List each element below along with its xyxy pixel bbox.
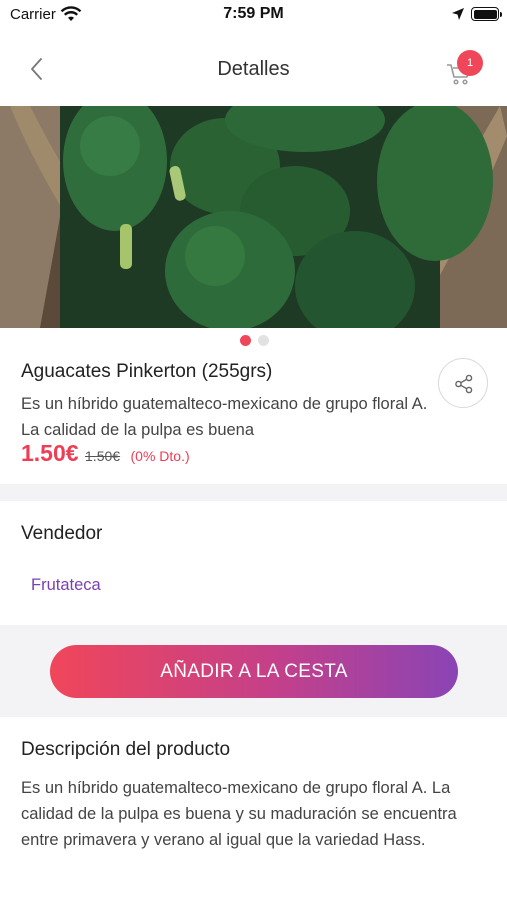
- product-image[interactable]: [0, 106, 507, 328]
- battery-icon: [471, 7, 502, 21]
- page-title: Detalles: [217, 58, 290, 80]
- cart-count-badge: 1: [457, 50, 483, 76]
- pager-dot[interactable]: [258, 335, 269, 346]
- share-icon: [455, 374, 473, 394]
- action-area: AÑADIR A LA CESTA: [0, 625, 507, 717]
- share-button[interactable]: [438, 358, 488, 408]
- section-divider: [0, 484, 507, 501]
- description-heading: Descripción del producto: [21, 739, 231, 760]
- description-text: Es un híbrido guatemalteco-mexicano de g…: [21, 779, 457, 849]
- navigation-bar: Detalles 1: [0, 30, 507, 106]
- current-price: 1.50€: [21, 440, 79, 466]
- seller-heading: Vendedor: [21, 523, 103, 544]
- image-pager[interactable]: [0, 335, 507, 347]
- clock: 7:59 PM: [223, 5, 284, 22]
- product-name: Aguacates Pinkerton (255grs): [21, 361, 273, 382]
- price-row: 1.50€ 1.50€ (0% Dto.): [21, 440, 190, 470]
- pager-dot-active[interactable]: [240, 335, 251, 346]
- seller-link[interactable]: Frutateca: [31, 576, 101, 595]
- seller-section: Vendedor Frutateca: [0, 501, 507, 625]
- location-arrow-icon: [452, 8, 464, 20]
- add-to-cart-button[interactable]: AÑADIR A LA CESTA: [50, 645, 458, 698]
- description-section: Descripción del producto Es un híbrido g…: [0, 717, 507, 900]
- status-bar: Carrier 7:59 PM: [0, 0, 507, 30]
- product-short-description: Es un híbrido guatemalteco-mexicano de g…: [21, 395, 428, 439]
- discount-label: (0% Dto.): [130, 448, 190, 464]
- original-price: 1.50€: [85, 448, 121, 464]
